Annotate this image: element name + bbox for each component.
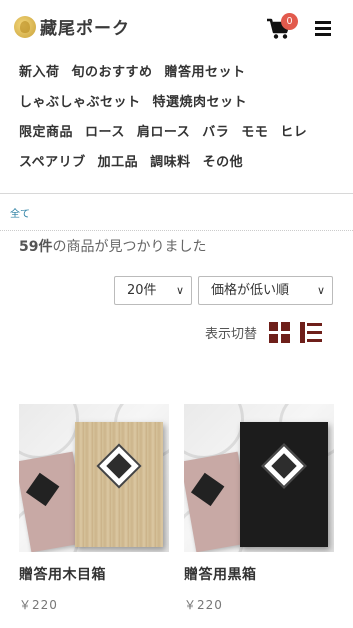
nav-item-new-arrivals[interactable]: 新入荷 (19, 61, 60, 80)
per-page-select[interactable]: 20件 ∨ (114, 276, 192, 305)
nav-item-thigh[interactable]: モモ (241, 121, 268, 140)
grid-view-icon[interactable] (269, 322, 291, 343)
nav-item-belly[interactable]: バラ (202, 121, 229, 140)
chevron-down-icon: ∨ (175, 284, 184, 297)
result-count-suffix: の商品が見つかりました (52, 239, 207, 255)
product-image[interactable] (184, 404, 334, 552)
product-card[interactable]: 贈答用黒箱 ￥220 (184, 404, 334, 613)
view-toggle-label: 表示切替 (205, 327, 258, 342)
category-nav-row: スペアリブ 加工品 調味料 その他 (19, 145, 349, 175)
nav-item-shabushabu-set[interactable]: しゃぶしゃぶセット (19, 91, 141, 110)
dotted-divider (0, 230, 353, 231)
breadcrumb-all[interactable]: 全て (10, 205, 30, 220)
product-name[interactable]: 贈答用木目箱 (19, 564, 169, 584)
category-nav-row: しゃぶしゃぶセット 特選焼肉セット (19, 85, 349, 115)
site-header: 藏尾ポーク 0 (0, 0, 353, 52)
nav-item-seasoning[interactable]: 調味料 (150, 151, 191, 170)
cart-count-badge: 0 (281, 13, 298, 30)
nav-item-gift-set[interactable]: 贈答用セット (165, 61, 246, 80)
nav-item-loin[interactable]: ロース (85, 121, 125, 140)
nav-item-spareribs[interactable]: スペアリブ (19, 151, 86, 170)
product-price: ￥220 (19, 598, 58, 612)
nav-item-processed[interactable]: 加工品 (98, 151, 139, 170)
list-view-icon[interactable] (300, 322, 323, 343)
nav-item-seasonal[interactable]: 旬のおすすめ (72, 61, 153, 80)
site-logo[interactable]: 藏尾ポーク (14, 14, 130, 39)
sort-select[interactable]: 価格が低い順 ∨ (198, 276, 333, 305)
nav-item-fillet[interactable]: ヒレ (280, 121, 307, 140)
hamburger-menu-icon[interactable] (315, 21, 331, 36)
nav-item-shoulder-loin[interactable]: 肩ロース (137, 121, 190, 140)
product-price: ￥220 (184, 598, 223, 612)
result-count-number: 59件 (19, 239, 53, 255)
category-nav: 新入荷 旬のおすすめ 贈答用セット しゃぶしゃぶセット 特選焼肉セット 限定商品… (19, 55, 349, 175)
category-nav-row: 限定商品 ロース 肩ロース バラ モモ ヒレ (19, 115, 349, 145)
product-image[interactable] (19, 404, 169, 552)
result-count: 59件の商品が見つかりました (19, 236, 206, 256)
chevron-down-icon: ∨ (316, 284, 325, 297)
product-name[interactable]: 贈答用黒箱 (184, 564, 334, 584)
nav-item-other[interactable]: その他 (203, 151, 244, 170)
sort-value: 価格が低い順 (211, 283, 290, 298)
logo-text: 藏尾ポーク (40, 19, 130, 39)
view-toggle: 表示切替 (205, 322, 323, 343)
section-divider (0, 193, 353, 194)
per-page-value: 20件 (127, 283, 157, 298)
product-card[interactable]: 贈答用木目箱 ￥220 (19, 404, 169, 613)
category-nav-row: 新入荷 旬のおすすめ 贈答用セット (19, 55, 349, 85)
cart-button[interactable]: 0 (266, 13, 298, 40)
nav-item-yakiniku-set[interactable]: 特選焼肉セット (153, 91, 248, 110)
nav-item-limited[interactable]: 限定商品 (19, 121, 73, 140)
logo-emblem-icon (14, 15, 36, 38)
